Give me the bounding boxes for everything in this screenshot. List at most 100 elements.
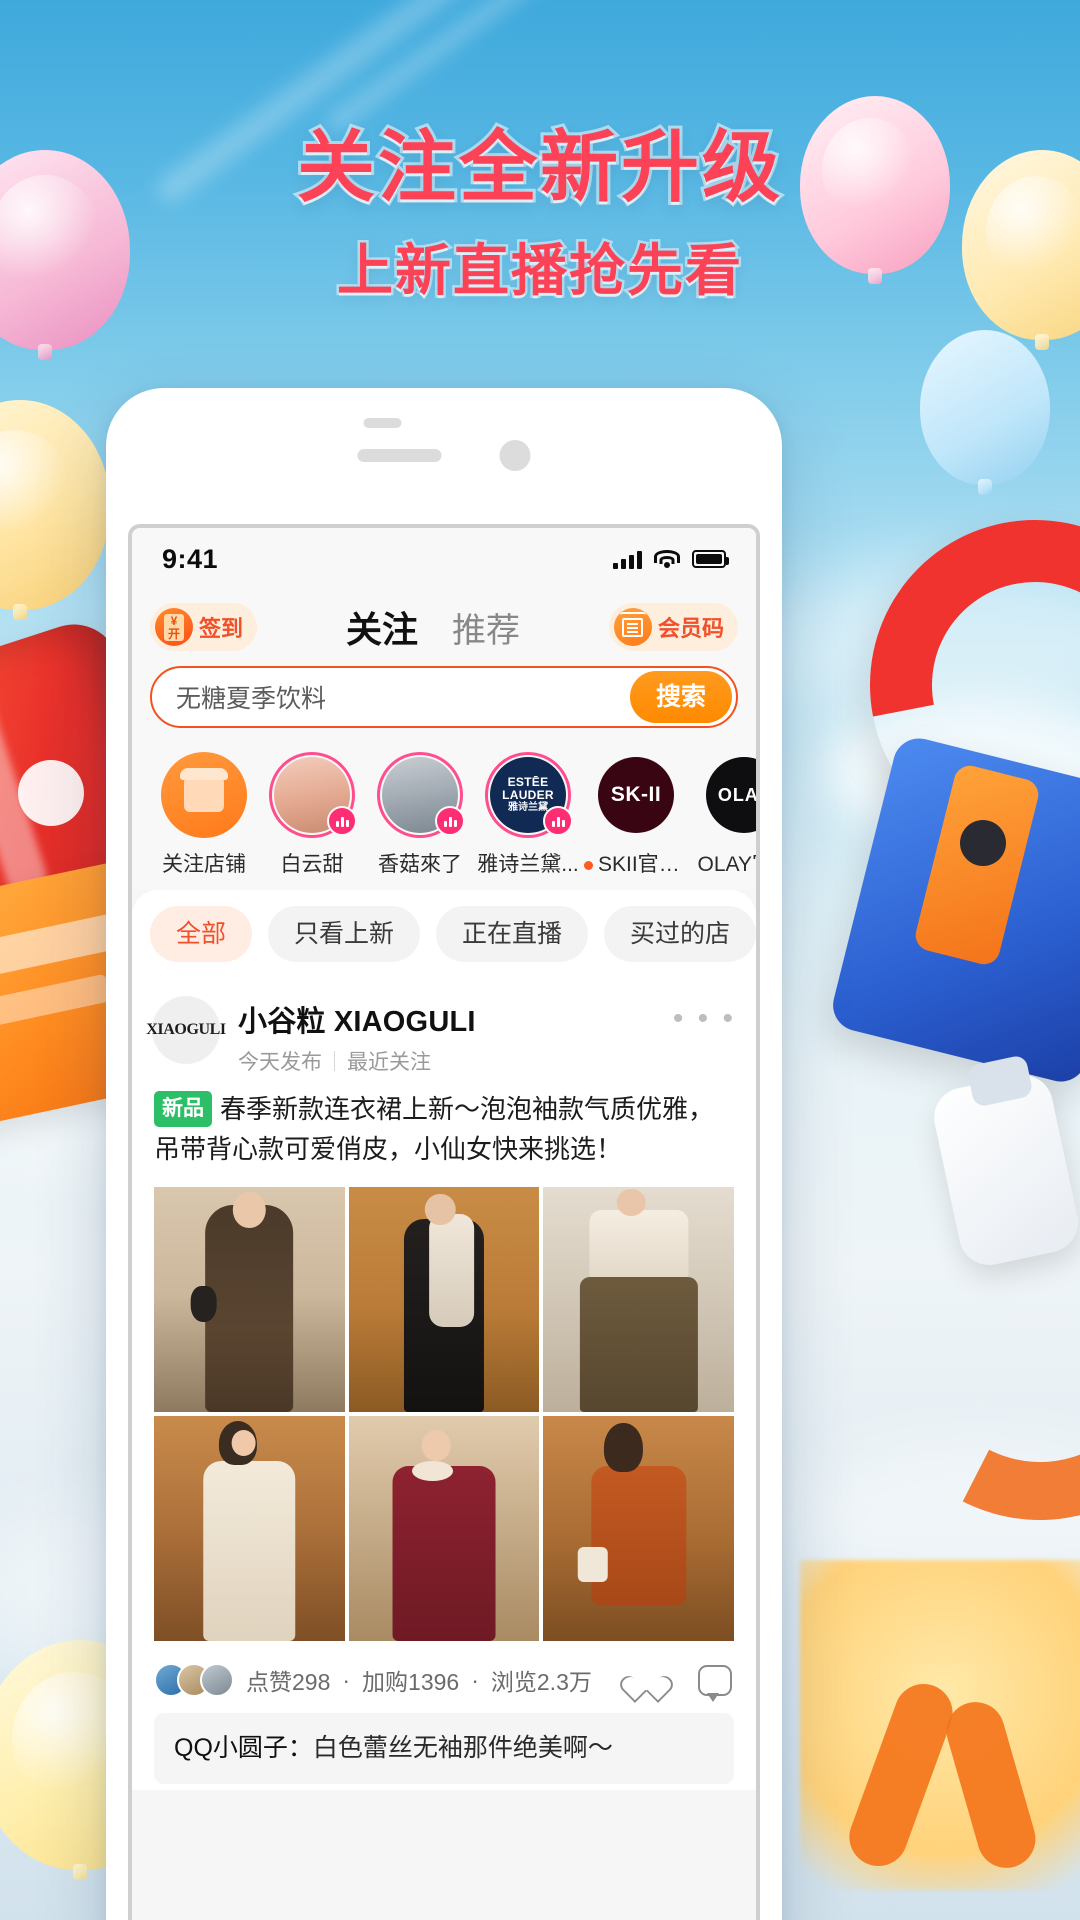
photo-subject <box>590 1465 687 1605</box>
stat-likes: 点赞298 <box>246 1669 331 1695</box>
checkin-label: 签到 <box>199 616 244 641</box>
heart-icon[interactable] <box>630 1665 664 1696</box>
phone-mockup: 9:41 ¥ 开 签到 关注 推荐 会员码 无糖夏季饮料 搜索 关注店铺 白云甜… <box>106 388 782 1920</box>
post-photo-2[interactable] <box>348 1187 540 1413</box>
filter-chip-live-now[interactable]: 正在直播 <box>436 906 589 962</box>
tab-recommend[interactable]: 推荐 <box>452 603 520 652</box>
story-label: OLAY官... <box>697 853 757 876</box>
more-dots-icon[interactable]: • • • <box>673 996 736 1036</box>
avatar: OLAY <box>706 757 756 833</box>
post-body-content: 春季新款连衣裙上新～泡泡袖款气质优雅，吊带背心款可爱俏皮，小仙女快来挑选！ <box>154 1094 715 1164</box>
photo-canvas <box>154 1187 345 1413</box>
post-shop-name[interactable]: 小谷粒 XIAOGULI <box>238 998 673 1040</box>
post-relation: 最近关注 <box>347 1051 431 1074</box>
photo-subject-hair <box>604 1422 643 1473</box>
phone-earpiece <box>357 418 531 471</box>
comment-bubble-icon[interactable] <box>698 1664 732 1702</box>
live-badge-icon <box>327 806 357 836</box>
post-meta: 小谷粒 XIAOGULI 今天发布 最近关注 <box>238 996 673 1076</box>
divider <box>334 1051 335 1071</box>
photo-subject-collar <box>411 1461 454 1482</box>
photo-skirt <box>579 1277 698 1412</box>
followed-stores-strip[interactable]: 关注店铺 白云甜 香菇來了 ESTĒE LAUDER 雅诗兰黛 雅诗兰黛... … <box>132 738 756 890</box>
post-photo-grid[interactable] <box>154 1187 734 1641</box>
comment-text: 白色蕾丝无袖那件绝美啊～ <box>312 1734 613 1762</box>
earpiece-speaker <box>357 418 442 462</box>
story-item-follow-shops[interactable]: 关注店铺 <box>150 752 258 878</box>
photo-prop <box>190 1286 217 1322</box>
post-top-comment[interactable]: QQ小圆子：白色蕾丝无袖那件绝美啊～ <box>154 1713 734 1784</box>
tab-follow[interactable]: 关注 <box>346 601 418 653</box>
photo-canvas <box>154 1416 345 1641</box>
stats-actions <box>630 1664 732 1702</box>
headline-line-1: 关注全新升级 <box>294 123 783 211</box>
post-body-text: 新品 春季新款连衣裙上新～泡泡袖款气质优雅，吊带背心款可爱俏皮，小仙女快来挑选！ <box>132 1076 756 1169</box>
status-indicators <box>613 549 729 569</box>
photo-subject-skin <box>424 1193 456 1226</box>
search-button[interactable]: 搜索 <box>629 671 732 723</box>
story-item-olay[interactable]: OLAY OLAY官... <box>690 752 756 878</box>
photo-canvas <box>543 1416 734 1641</box>
liker-avatars[interactable] <box>154 1663 234 1697</box>
post-header: XIAOGULI 小谷粒 XIAOGULI 今天发布 最近关注 • • • <box>132 986 756 1076</box>
avatar-wrapper <box>161 752 247 838</box>
filter-chip-row[interactable]: 全部 只看上新 正在直播 买过的店 更多分... <box>132 906 756 976</box>
post-publish-time: 今天发布 <box>238 1051 322 1074</box>
avatar <box>161 752 247 838</box>
battery-full-icon <box>692 550 729 568</box>
photo-subject-skin <box>231 1429 256 1457</box>
post-photo-4[interactable] <box>154 1416 345 1641</box>
front-camera <box>499 440 531 471</box>
avatar-wrapper: OLAY <box>701 752 756 838</box>
photo-prop-bag <box>577 1546 609 1583</box>
brand-name-en: ESTĒE LAUDER <box>502 775 554 802</box>
filter-chip-all[interactable]: 全部 <box>150 906 253 962</box>
filter-chip-purchased[interactable]: 买过的店 <box>604 906 756 962</box>
feed-tabs: 关注 推荐 <box>346 601 520 653</box>
photo-subject-skin <box>422 1429 451 1461</box>
store-house-icon <box>613 608 652 646</box>
photo-subject <box>392 1465 496 1641</box>
post-photo-3[interactable] <box>543 1187 734 1413</box>
photo-canvas <box>348 1416 540 1641</box>
status-bar: 9:41 <box>132 528 756 590</box>
new-dot-icon <box>584 860 593 870</box>
search-section: 无糖夏季饮料 搜索 <box>132 664 756 738</box>
post-shop-avatar[interactable]: XIAOGULI <box>146 996 226 1064</box>
story-item-skii[interactable]: SK-II SKII官方... <box>582 752 690 878</box>
balloon-decoration <box>920 330 1050 485</box>
feed-sheet: 全部 只看上新 正在直播 买过的店 更多分... XIAOGULI 小谷粒 XI… <box>132 890 756 1790</box>
controller-stick <box>960 820 1006 866</box>
search-input[interactable]: 无糖夏季饮料 <box>176 679 326 715</box>
stat-sep-1: · <box>342 1666 351 1693</box>
member-code-label: 会员码 <box>657 616 724 641</box>
story-label: SKII官方... <box>582 848 690 878</box>
story-item-estee-lauder[interactable]: ESTĒE LAUDER 雅诗兰黛 雅诗兰黛... <box>474 752 582 878</box>
comment-username: QQ小圆子： <box>174 1734 313 1762</box>
headline-line-2: 上新直播抢先看 <box>335 236 744 304</box>
can-label-dot <box>18 760 84 826</box>
avatar-wrapper: SK-II <box>593 752 679 838</box>
checkin-button[interactable]: ¥ 开 签到 <box>150 603 258 651</box>
avatar: SK-II <box>598 757 674 833</box>
post-stats-row: 点赞298 · 加购1396 · 浏览2.3万 <box>132 1641 756 1713</box>
story-item-baiyuntian[interactable]: 白云甜 <box>258 752 366 878</box>
photo-top-blouse <box>589 1209 689 1286</box>
post-photo-1[interactable] <box>154 1187 345 1413</box>
photo-subject <box>205 1205 294 1412</box>
search-bar[interactable]: 无糖夏季饮料 搜索 <box>150 666 738 728</box>
post-photo-5[interactable] <box>348 1416 540 1641</box>
post-photo-6[interactable] <box>543 1416 734 1641</box>
member-code-button[interactable]: 会员码 <box>608 603 738 651</box>
photo-subject-skin <box>616 1189 646 1217</box>
story-label: 雅诗兰黛... <box>477 853 579 876</box>
photo-subject <box>203 1461 296 1641</box>
poster-stage: 关注全新升级 上新直播抢先看 9:41 ¥ 开 签到 关注 推荐 会员码 无糖夏… <box>0 0 1080 1920</box>
avatar-wrapper: ESTĒE LAUDER 雅诗兰黛 <box>485 752 573 838</box>
story-item-xianggulaile[interactable]: 香菇來了 <box>366 752 474 878</box>
balloon-decoration <box>0 400 110 610</box>
story-label: 关注店铺 <box>162 853 246 876</box>
new-product-badge: 新品 <box>154 1091 212 1127</box>
story-label: 香菇來了 <box>378 853 462 876</box>
filter-chip-new-only[interactable]: 只看上新 <box>268 906 421 962</box>
